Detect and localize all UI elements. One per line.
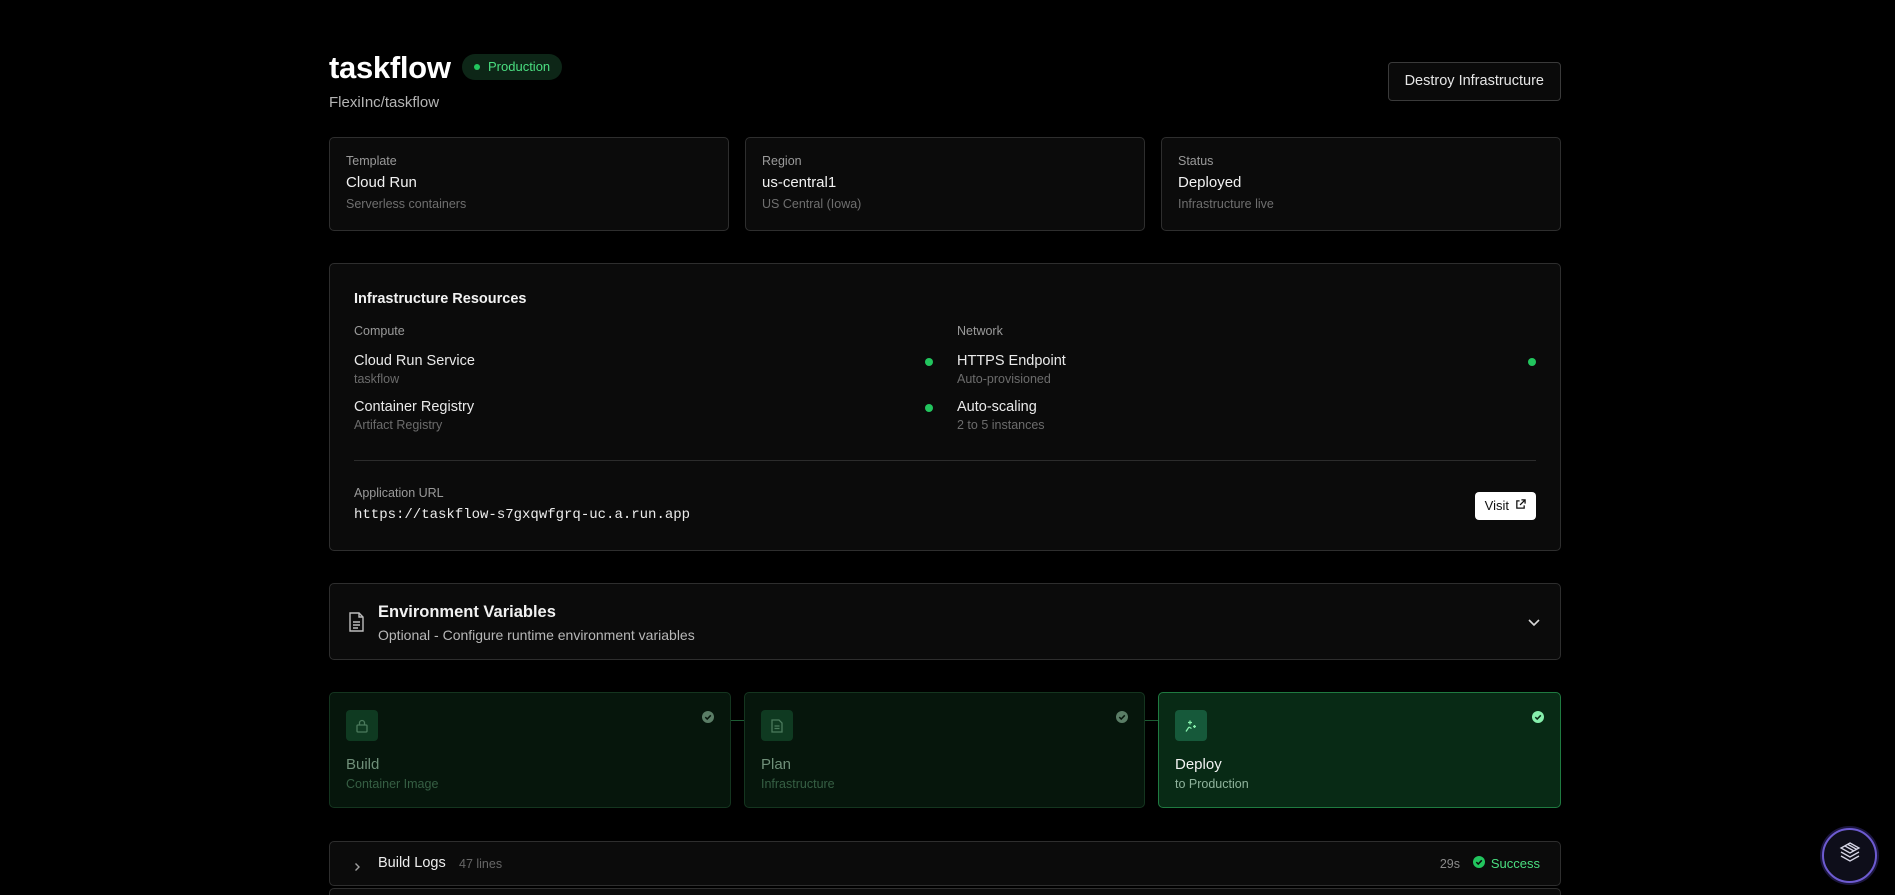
resource-sub: taskflow [354, 372, 400, 386]
build-status-label: Success [1490, 856, 1540, 871]
status-dot [1528, 358, 1536, 366]
document-icon [348, 612, 365, 637]
environment-variables-title: Environment Variables [378, 603, 556, 621]
card-label: Region [762, 154, 802, 168]
card-sub: Serverless containers [346, 197, 467, 211]
divider [354, 460, 1536, 461]
page-header: taskflow Production FlexiInc/taskflow De… [329, 0, 1561, 137]
application-url: https://taskflow-s7gxqwfgrq-uc.a.run.app [354, 507, 691, 523]
destroy-infrastructure-button[interactable]: Destroy Infrastructure [1387, 62, 1561, 101]
external-link-icon [1515, 492, 1526, 520]
step-sub: Infrastructure [761, 777, 835, 791]
resources-title: Infrastructure Resources [354, 291, 527, 307]
compute-column: Compute Cloud Run Service taskflow Conta… [354, 324, 933, 445]
card-label: Status [1178, 154, 1214, 168]
infrastructure-resources-panel: Infrastructure Resources Compute Cloud R… [329, 263, 1561, 551]
build-duration: 29s [1439, 857, 1460, 871]
card-value: us-central1 [762, 174, 837, 191]
page-title: taskflow [329, 50, 451, 85]
info-cards: Template Cloud Run Serverless containers… [329, 137, 1561, 231]
resource-item: Auto-scaling 2 to 5 instances [957, 399, 1536, 445]
resource-sub: 2 to 5 instances [957, 418, 1045, 432]
step-name: Build [346, 756, 380, 773]
stack-logo-icon [1837, 840, 1863, 871]
deployment-pipeline: Build Container Image Plan Infrastructur… [329, 692, 1561, 808]
main-content: taskflow Production FlexiInc/taskflow De… [329, 0, 1561, 895]
pipeline-step-deploy[interactable]: Deploy to Production [1158, 692, 1561, 808]
pipeline-connector [1145, 720, 1158, 721]
sparkle-icon [1175, 710, 1207, 741]
card-sub: Infrastructure live [1178, 197, 1274, 211]
resource-sub: Artifact Registry [354, 418, 443, 432]
check-circle-icon [702, 710, 714, 728]
pipeline-connector [731, 720, 744, 721]
assistant-launcher-button[interactable] [1822, 828, 1877, 883]
environment-variables-description: Optional - Configure runtime environment… [378, 627, 695, 643]
repository-name: FlexiInc/taskflow [329, 94, 440, 111]
check-circle-icon [1472, 856, 1485, 871]
document-icon [761, 710, 793, 741]
application-url-label: Application URL [354, 486, 444, 500]
chevron-down-icon[interactable] [1526, 614, 1542, 635]
visit-label: Visit [1484, 498, 1509, 513]
status-card: Status Deployed Infrastructure live [1161, 137, 1561, 231]
environment-variables-section[interactable]: Environment Variables Optional - Configu… [329, 583, 1561, 660]
card-value: Cloud Run [346, 174, 417, 191]
check-circle-icon [1532, 710, 1544, 728]
step-name: Deploy [1175, 756, 1222, 773]
card-sub: US Central (Iowa) [762, 197, 862, 211]
build-logs-section[interactable]: Build Logs 47 lines 29s Success [329, 841, 1561, 886]
resource-item: Container Registry Artifact Registry [354, 399, 933, 445]
visit-button[interactable]: Visit [1474, 492, 1536, 520]
log-line-count: 47 lines [459, 857, 503, 871]
template-card: Template Cloud Run Serverless containers [329, 137, 729, 231]
status-dot [925, 404, 933, 412]
resource-name: HTTPS Endpoint [957, 353, 1066, 369]
resource-item: Cloud Run Service taskflow [354, 353, 933, 399]
resource-sub: Auto-provisioned [957, 372, 1051, 386]
network-column: Network HTTPS Endpoint Auto-provisioned … [957, 324, 1536, 445]
environment-badge-label: Production [488, 59, 551, 74]
resource-name: Auto-scaling [957, 399, 1037, 415]
network-heading: Network [957, 324, 1003, 338]
card-label: Template [346, 154, 397, 168]
pipeline-step-build[interactable]: Build Container Image [329, 692, 731, 808]
build-status: Success [1472, 856, 1540, 871]
build-logs-title: Build Logs [378, 855, 446, 871]
lock-icon [346, 710, 378, 741]
status-dot [925, 358, 933, 366]
next-section-partial [329, 888, 1561, 895]
step-sub: Container Image [346, 777, 439, 791]
resource-name: Cloud Run Service [354, 353, 475, 369]
step-name: Plan [761, 756, 792, 773]
card-value: Deployed [1178, 174, 1242, 191]
environment-badge: Production [462, 54, 563, 80]
resource-item: HTTPS Endpoint Auto-provisioned [957, 353, 1536, 399]
pipeline-step-plan[interactable]: Plan Infrastructure [744, 692, 1145, 808]
compute-heading: Compute [354, 324, 405, 338]
step-sub: to Production [1175, 777, 1249, 791]
check-circle-icon [1116, 710, 1128, 728]
status-dot [474, 64, 480, 70]
region-card: Region us-central1 US Central (Iowa) [745, 137, 1145, 231]
chevron-right-icon[interactable] [352, 859, 362, 877]
resource-name: Container Registry [354, 399, 475, 415]
